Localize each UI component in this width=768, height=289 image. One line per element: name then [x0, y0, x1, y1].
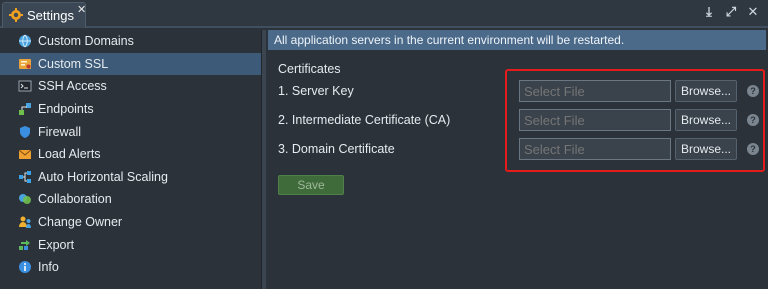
close-window-icon[interactable]: ✕	[746, 5, 760, 19]
sidebar-item-auto-horizontal-scaling[interactable]: Auto Horizontal Scaling	[0, 166, 261, 189]
help-icon[interactable]: ?	[747, 143, 759, 155]
expand-icon[interactable]: ⤢	[724, 5, 738, 19]
scaling-icon	[19, 170, 31, 183]
help-icon[interactable]: ?	[747, 114, 759, 126]
sidebar-item-label: Endpoints	[38, 102, 94, 117]
server-key-row: 1. Server Key Browse... ?	[278, 80, 759, 102]
sidebar-item-label: SSH Access	[38, 79, 107, 94]
sidebar-item-label: Custom Domains	[38, 34, 134, 49]
sidebar-item-label: Info	[38, 260, 59, 275]
sidebar-item-label: Auto Horizontal Scaling	[38, 169, 168, 184]
tab-title: Settings	[27, 8, 74, 23]
window-tools: ⤓ ⤢ ✕	[702, 5, 760, 19]
certificates-heading: Certificates	[278, 62, 341, 76]
tab-settings[interactable]: Settings ✕	[2, 2, 86, 28]
sidebar-item-load-alerts[interactable]: Load Alerts	[0, 143, 261, 166]
sidebar-item-endpoints[interactable]: Endpoints	[0, 98, 261, 121]
intermediate-certificate-file-input[interactable]	[519, 109, 671, 131]
download-icon[interactable]: ⤓	[702, 5, 716, 19]
change-owner-icon	[19, 216, 31, 229]
alert-mail-icon	[18, 149, 32, 160]
sidebar-item-label: Load Alerts	[38, 147, 101, 162]
export-icon	[19, 239, 30, 250]
endpoints-icon	[19, 103, 31, 116]
server-key-file-input[interactable]	[519, 80, 671, 102]
sidebar-item-custom-domains[interactable]: Custom Domains	[0, 30, 261, 53]
tab-bar: Settings ✕ ⤓ ⤢ ✕	[0, 0, 768, 28]
sidebar-item-label: Custom SSL	[38, 56, 109, 71]
sidebar-item-custom-ssl[interactable]: Custom SSL	[0, 52, 261, 76]
save-button[interactable]: Save	[278, 175, 344, 195]
sidebar-item-label: Collaboration	[38, 192, 112, 207]
domain-certificate-row: 3. Domain Certificate Browse... ?	[278, 138, 759, 160]
info-icon	[19, 261, 31, 274]
gear-icon	[9, 8, 23, 22]
sidebar-item-info[interactable]: Info	[0, 256, 261, 279]
close-icon[interactable]: ✕	[77, 3, 86, 16]
ssl-settings-panel: All application servers in the current e…	[266, 30, 768, 289]
sidebar-item-ssh-access[interactable]: SSH Access	[0, 75, 261, 98]
collaboration-icon	[19, 194, 31, 205]
settings-sidebar: Custom Domains Custom SSL SSH Access End…	[0, 30, 262, 289]
terminal-icon	[18, 80, 32, 92]
sidebar-item-label: Firewall	[38, 124, 82, 139]
intermediate-certificate-browse-button[interactable]: Browse...	[675, 109, 737, 131]
restart-notice: All application servers in the current e…	[268, 30, 766, 50]
server-key-label: 1. Server Key	[278, 84, 354, 98]
server-key-browse-button[interactable]: Browse...	[675, 80, 737, 102]
help-icon[interactable]: ?	[747, 85, 759, 97]
shield-icon	[20, 125, 30, 138]
sidebar-item-change-owner[interactable]: Change Owner	[0, 211, 261, 234]
domain-certificate-file-input[interactable]	[519, 138, 671, 160]
sidebar-item-firewall[interactable]: Firewall	[0, 120, 261, 143]
ssl-certificate-icon	[19, 58, 31, 69]
sidebar-item-collaboration[interactable]: Collaboration	[0, 188, 261, 211]
intermediate-certificate-label: 2. Intermediate Certificate (CA)	[278, 113, 451, 127]
sidebar-item-label: Change Owner	[38, 215, 123, 230]
domain-certificate-label: 3. Domain Certificate	[278, 142, 395, 156]
intermediate-certificate-row: 2. Intermediate Certificate (CA) Browse.…	[278, 109, 759, 131]
domains-icon	[19, 34, 31, 48]
sidebar-item-label: Export	[38, 237, 75, 252]
domain-certificate-browse-button[interactable]: Browse...	[675, 138, 737, 160]
sidebar-item-export[interactable]: Export	[0, 233, 261, 256]
